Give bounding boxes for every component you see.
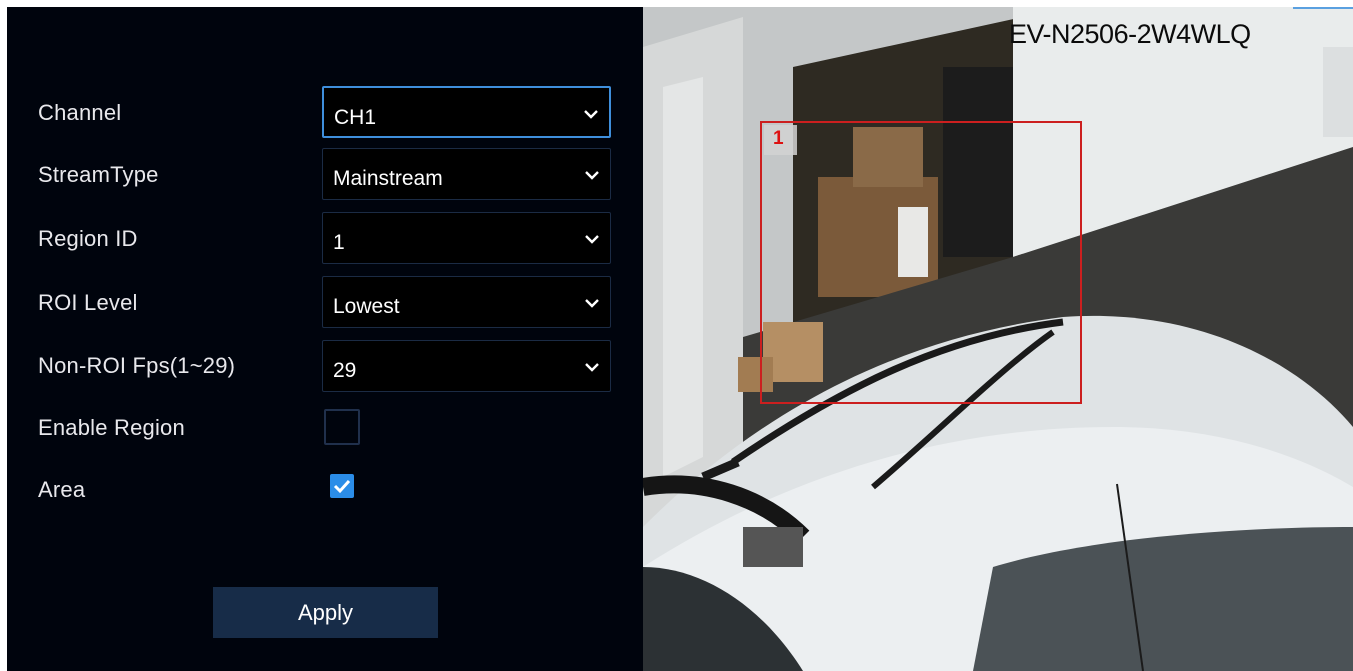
roi-level-label: ROI Level: [38, 290, 138, 315]
area-label: Area: [38, 477, 86, 502]
chevron-down-icon: [585, 363, 599, 372]
chevron-down-icon: [585, 299, 599, 308]
channel-value: CH1: [334, 106, 377, 129]
settings-panel: Channel CH1 StreamType Mainstream Region…: [7, 7, 643, 671]
roi-level-select[interactable]: Lowest: [322, 276, 611, 328]
check-icon: [333, 479, 351, 494]
region-id-label: Region ID: [38, 226, 138, 251]
non-roi-fps-label: Non-ROI Fps(1~29): [38, 353, 236, 378]
stream-type-select[interactable]: Mainstream: [322, 148, 611, 200]
apply-button[interactable]: Apply: [213, 587, 438, 638]
stream-type-label: StreamType: [38, 162, 159, 187]
top-accent-line: [1293, 7, 1353, 9]
channel-select[interactable]: CH1: [322, 86, 611, 138]
region-id-value: 1: [333, 231, 345, 254]
camera-name-overlay: EV-N2506-2W4WLQ: [1009, 19, 1251, 49]
chevron-down-icon: [584, 110, 598, 119]
enable-region-label: Enable Region: [38, 415, 185, 440]
roi-level-value: Lowest: [333, 295, 400, 318]
stream-type-value: Mainstream: [333, 167, 443, 190]
roi-region-box[interactable]: 1: [760, 121, 1082, 404]
area-checkbox[interactable]: [324, 468, 360, 504]
checkbox-fill: [330, 474, 354, 498]
non-roi-fps-value: 29: [333, 359, 357, 382]
channel-label: Channel: [38, 100, 122, 125]
camera-preview[interactable]: EV-N2506-2W4WLQ 1: [643, 7, 1353, 671]
region-id-select[interactable]: 1: [322, 212, 611, 264]
roi-region-label: 1: [764, 125, 797, 155]
chevron-down-icon: [585, 235, 599, 244]
enable-region-checkbox[interactable]: [324, 409, 360, 445]
chevron-down-icon: [585, 171, 599, 180]
non-roi-fps-select[interactable]: 29: [322, 340, 611, 392]
